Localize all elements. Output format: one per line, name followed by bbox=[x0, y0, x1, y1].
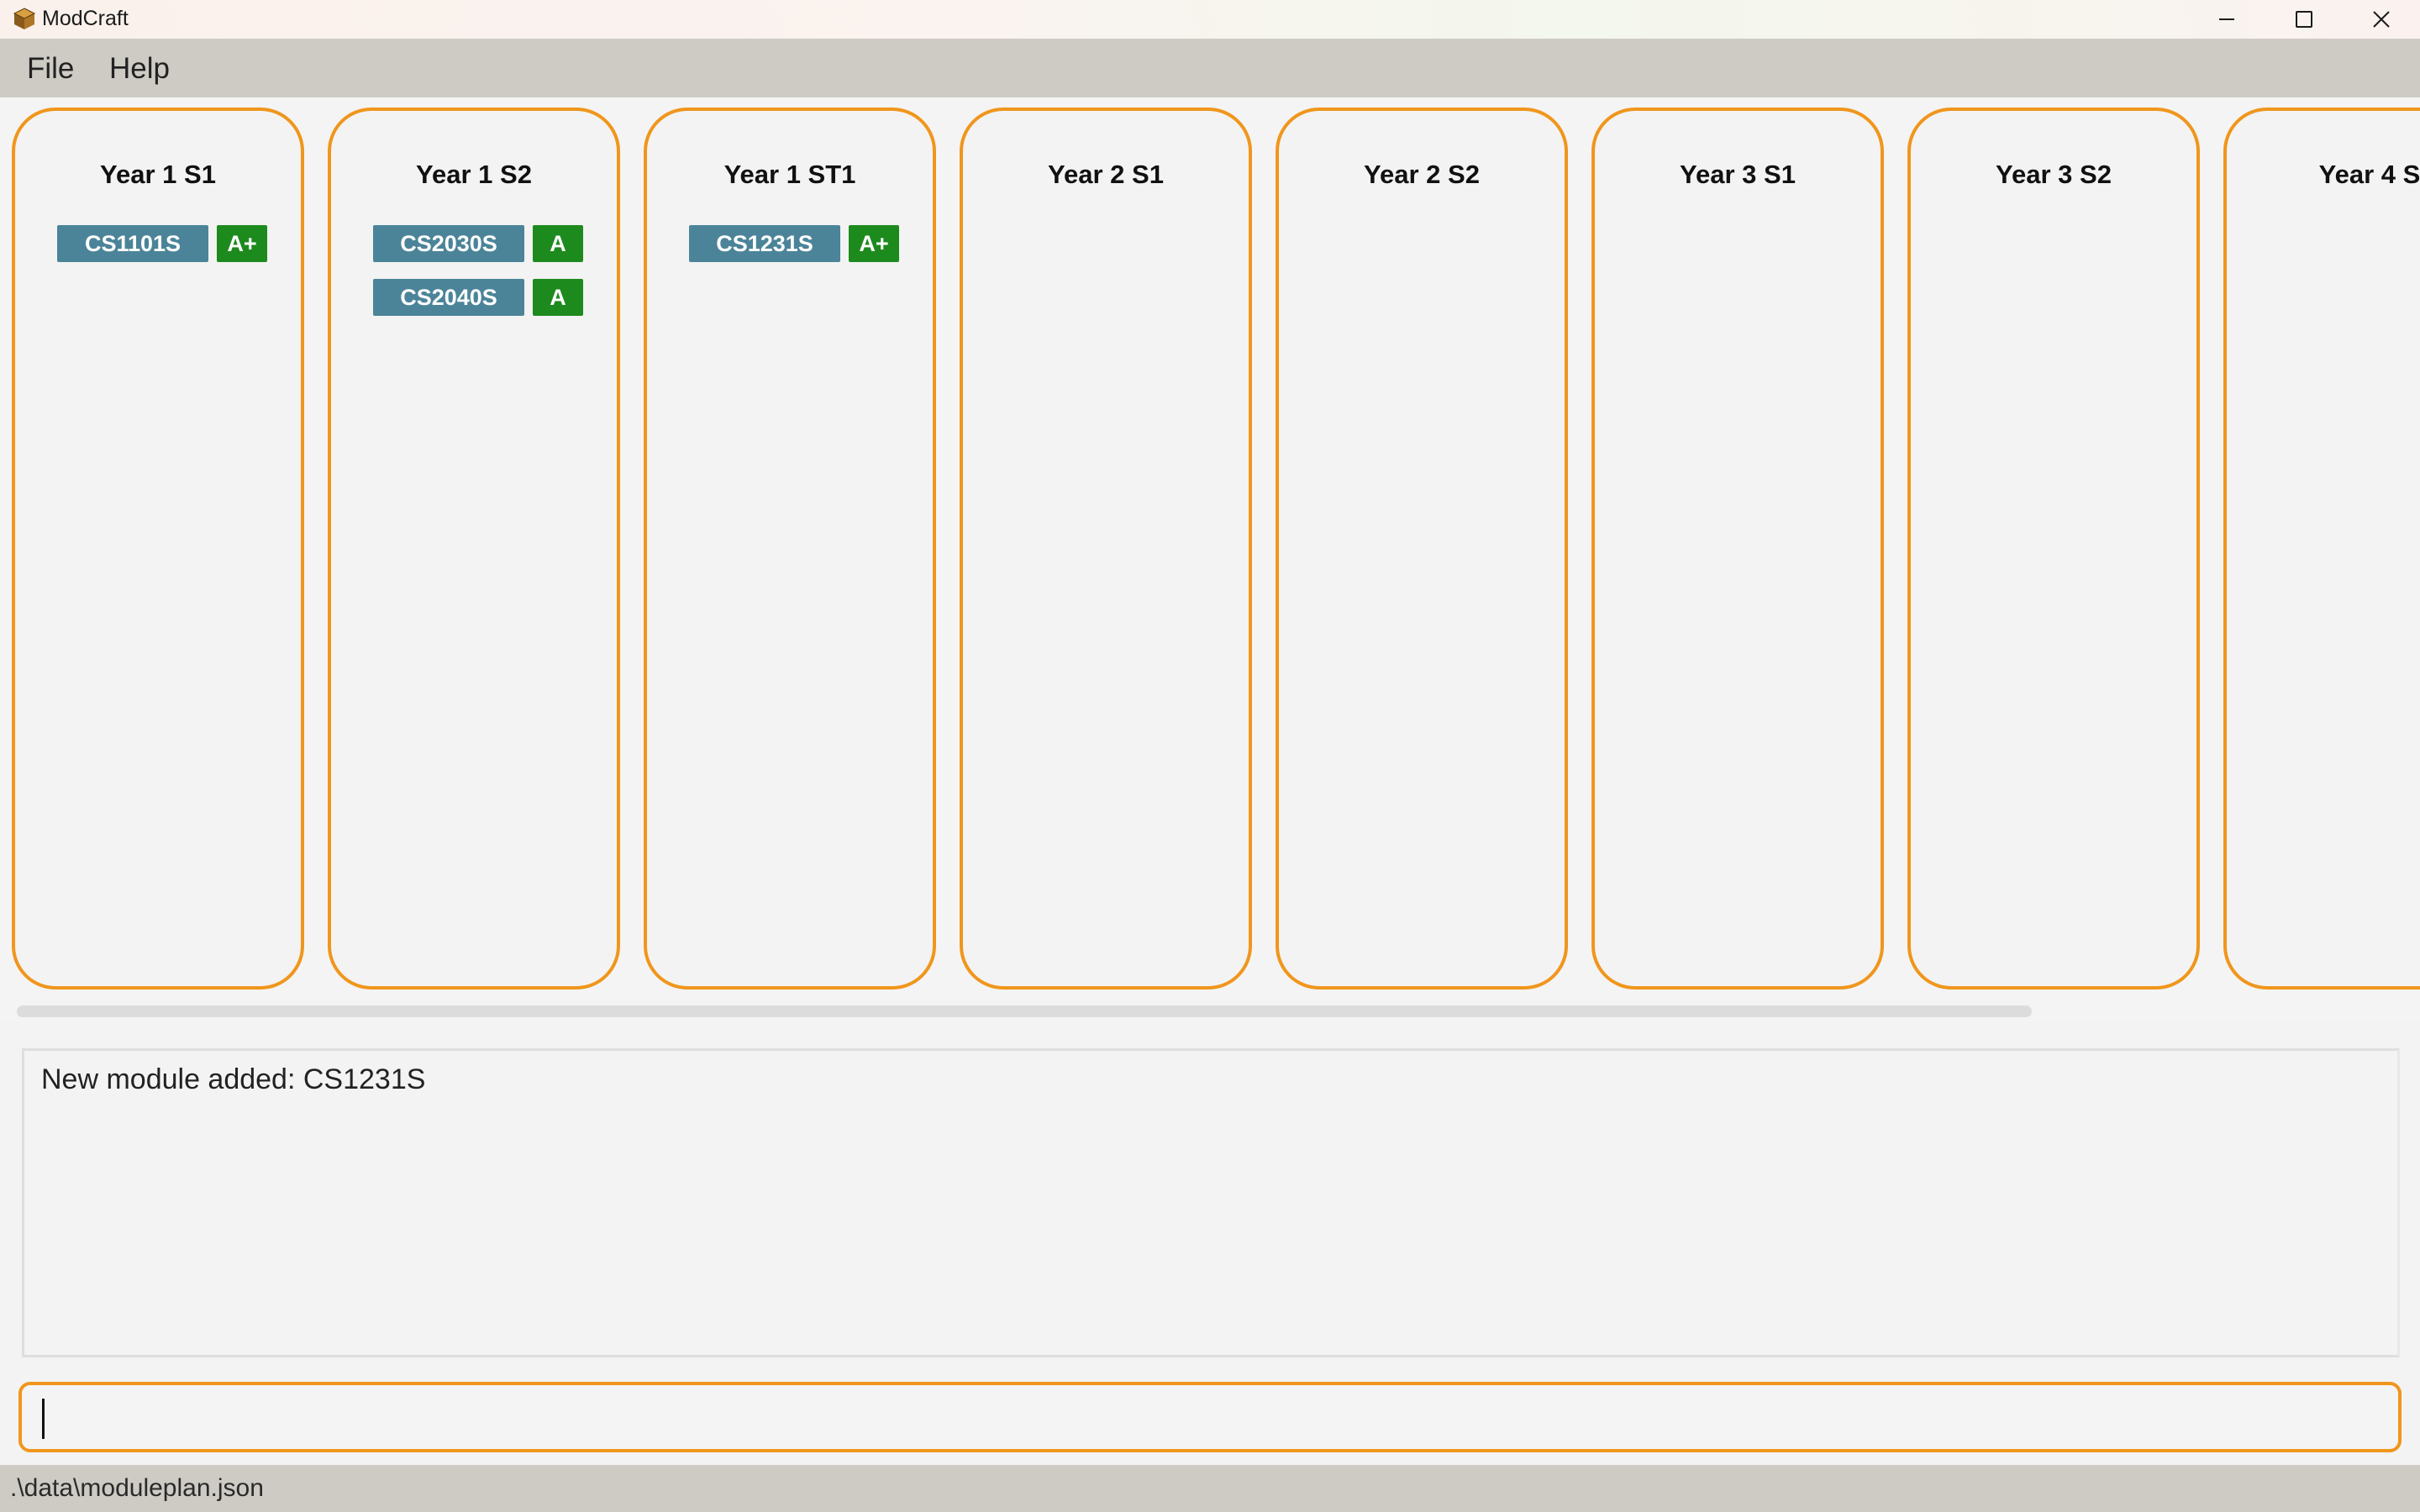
semester-title: Year 1 ST1 bbox=[723, 160, 856, 189]
horizontal-scrollbar[interactable] bbox=[0, 1000, 2420, 1021]
minimize-button[interactable] bbox=[2188, 0, 2265, 39]
minimize-icon bbox=[2219, 18, 2234, 20]
semester-panel[interactable]: Year 3 S2 bbox=[1907, 108, 2200, 990]
semester-panel[interactable]: Year 1 ST1 CS1231S A+ bbox=[644, 108, 936, 990]
semester-title: Year 4 S bbox=[2318, 160, 2420, 189]
modcraft-box-icon bbox=[13, 8, 36, 29]
result-message: New module added: CS1231S bbox=[41, 1063, 426, 1095]
module-grade-tag[interactable]: A bbox=[533, 225, 583, 262]
semester-panel[interactable]: Year 2 S2 bbox=[1276, 108, 1568, 990]
semester-list[interactable]: Year 1 S1 CS1101S A+ Year 1 S2 CS2030S A CS204… bbox=[0, 97, 2420, 1005]
module-grade-tag[interactable]: A bbox=[533, 279, 583, 316]
module-grade-tag[interactable]: A+ bbox=[849, 225, 899, 262]
maximize-button[interactable] bbox=[2265, 0, 2343, 39]
status-bar: .\data\moduleplan.json bbox=[0, 1465, 2420, 1512]
menu-file[interactable]: File bbox=[27, 52, 74, 86]
text-caret bbox=[42, 1399, 45, 1439]
close-button[interactable] bbox=[2343, 0, 2420, 39]
semester-panel[interactable]: Year 3 S1 bbox=[1591, 108, 1884, 990]
module-code-tag[interactable]: CS2030S bbox=[373, 225, 524, 262]
semester-title: Year 3 S1 bbox=[1680, 160, 1796, 189]
command-box[interactable] bbox=[18, 1382, 2402, 1452]
window-title: ModCraft bbox=[42, 7, 129, 30]
semester-panel[interactable]: Year 1 S2 CS2030S A CS2040S A bbox=[328, 108, 620, 990]
semester-panel[interactable]: Year 1 S1 CS1101S A+ bbox=[12, 108, 304, 990]
semester-panel[interactable]: Year 2 S1 bbox=[960, 108, 1252, 990]
semester-title: Year 3 S2 bbox=[1996, 160, 2112, 189]
module-code-tag[interactable]: CS1101S bbox=[57, 225, 208, 262]
module-grade-tag[interactable]: A+ bbox=[217, 225, 267, 262]
semester-title: Year 2 S1 bbox=[1048, 160, 1164, 189]
command-input[interactable] bbox=[39, 1392, 2375, 1442]
module-code-tag[interactable]: CS2040S bbox=[373, 279, 524, 316]
scrollbar-thumb[interactable] bbox=[17, 1005, 2032, 1017]
semester-title: Year 2 S2 bbox=[1364, 160, 1480, 189]
semester-title: Year 1 S2 bbox=[416, 160, 532, 189]
module-code-tag[interactable]: CS1231S bbox=[689, 225, 840, 262]
semester-panel[interactable]: Year 4 S bbox=[2223, 108, 2420, 990]
menu-help[interactable]: Help bbox=[109, 52, 170, 86]
title-bar: ModCraft bbox=[0, 0, 2420, 39]
close-icon bbox=[2373, 11, 2390, 28]
save-location-path: .\data\moduleplan.json bbox=[10, 1474, 264, 1502]
maximize-icon bbox=[2296, 11, 2312, 28]
result-display: New module added: CS1231S bbox=[22, 1048, 2400, 1357]
semester-title: Year 1 S1 bbox=[100, 160, 216, 189]
menu-bar: File Help bbox=[0, 39, 2420, 97]
